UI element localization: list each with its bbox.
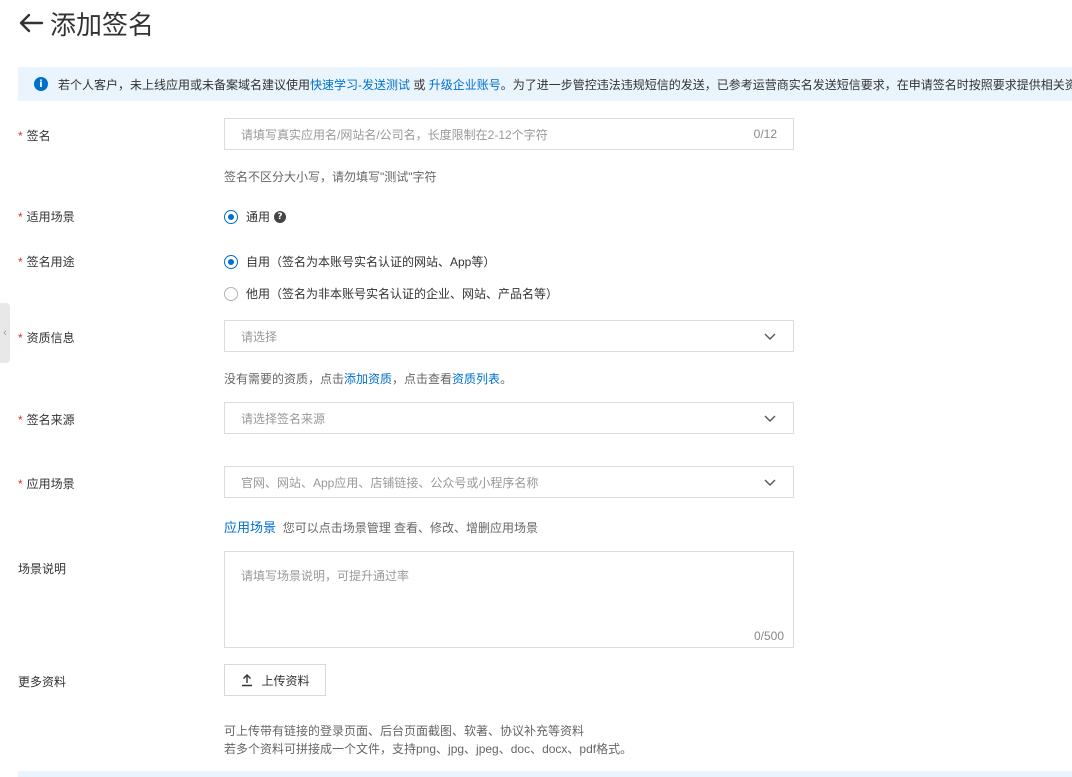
- chevron-down-icon: [764, 415, 776, 422]
- required-mark: *: [18, 129, 23, 143]
- scene-desc-label: 场景说明: [18, 562, 67, 576]
- page-header: 添加签名: [18, 6, 154, 40]
- chevron-down-icon: [764, 479, 776, 486]
- scenario-general-radio[interactable]: 通用 ?: [224, 208, 287, 225]
- source-label-text: 签名来源: [26, 413, 75, 427]
- qualification-hint-prefix: 没有需要的资质，点击: [224, 372, 345, 386]
- required-mark: *: [18, 210, 23, 224]
- signature-input[interactable]: 请填写真实应用名/网站名/公司名，长度限制在2-12个字符 0/12: [224, 118, 794, 150]
- scenario-label-text: 适用场景: [26, 210, 75, 224]
- notice-banner: i 若个人客户，未上线应用或未备案域名建议使用快速学习-发送测试 或 升级企业账…: [18, 67, 1072, 101]
- notice-text: 若个人客户，未上线应用或未备案域名建议使用快速学习-发送测试 或 升级企业账号。…: [58, 76, 1072, 93]
- app-scene-manage-link[interactable]: 应用场景: [224, 520, 276, 535]
- required-mark: *: [18, 413, 23, 427]
- source-label: * 签名来源: [18, 411, 75, 428]
- quick-learn-link[interactable]: 快速学习-发送测试: [310, 78, 410, 92]
- app-scene-placeholder: 官网、网站、App应用、店铺链接、公众号或小程序名称: [241, 475, 539, 490]
- app-scene-hint-text: 您可以点击场景管理 查看、修改、增删应用场景: [282, 521, 539, 535]
- scenario-label: * 适用场景: [18, 208, 75, 225]
- purpose-self-label: 自用（签名为本账号实名认证的网站、App等）: [246, 255, 496, 269]
- qualification-hint: 没有需要的资质，点击添加资质，点击查看资质列表。: [224, 370, 512, 387]
- purpose-self-radio[interactable]: 自用（签名为本账号实名认证的网站、App等）: [224, 253, 495, 270]
- upload-button[interactable]: 上传资料: [224, 664, 326, 696]
- notice-suffix: 。为了进一步管控违法违规短信的发送，已参考运营商实名发送短信要求，在申请签名时按…: [500, 77, 1072, 92]
- purpose-other-radio[interactable]: 他用（签名为非本账号实名认证的企业、网站、产品名等）: [224, 285, 558, 302]
- more-docs-label: 更多资料: [18, 675, 67, 689]
- upload-icon: [242, 674, 253, 687]
- page-title: 添加签名: [50, 9, 155, 40]
- qualification-label-text: 资质信息: [26, 331, 75, 345]
- purpose-label-text: 签名用途: [26, 255, 75, 269]
- app-scene-select[interactable]: 官网、网站、App应用、店铺链接、公众号或小程序名称: [224, 466, 794, 498]
- qualification-list-link[interactable]: 资质列表: [452, 372, 500, 386]
- radio-checked-icon[interactable]: [224, 209, 238, 224]
- upload-button-label: 上传资料: [261, 673, 310, 688]
- source-placeholder: 请选择签名来源: [241, 411, 326, 426]
- signature-counter: 0/12: [753, 127, 777, 141]
- more-docs-hint-1: 可上传带有链接的登录页面、后台页面截图、软著、协议补充等资料: [224, 724, 585, 738]
- help-icon[interactable]: ?: [274, 210, 287, 223]
- app-scene-hint: 应用场景 您可以点击场景管理 查看、修改、增删应用场景: [224, 517, 538, 536]
- notice-prefix: 若个人客户，未上线应用或未备案域名建议使用: [58, 77, 311, 92]
- scene-desc-textarea[interactable]: 请填写场景说明，可提升通过率 0/500: [224, 551, 794, 648]
- chevron-down-icon: [764, 333, 776, 340]
- upgrade-enterprise-link[interactable]: 升级企业账号: [429, 78, 501, 92]
- back-arrow-icon[interactable]: [18, 12, 44, 34]
- signature-label-text: 签名: [26, 129, 51, 143]
- qualification-hint-mid: ，点击查看: [392, 372, 453, 386]
- radio-unchecked-icon[interactable]: [224, 286, 238, 301]
- required-mark: *: [18, 255, 23, 269]
- scene-desc-counter: 0/500: [753, 629, 784, 643]
- radio-checked-icon[interactable]: [224, 254, 238, 269]
- required-mark: *: [18, 331, 23, 345]
- chevron-left-icon: ‹: [3, 327, 7, 339]
- signature-label: * 签名: [18, 127, 51, 144]
- qualification-placeholder: 请选择: [241, 329, 278, 344]
- app-scene-label: * 应用场景: [18, 475, 75, 492]
- qualification-label: * 资质信息: [18, 329, 75, 346]
- qualification-select[interactable]: 请选择: [224, 320, 794, 352]
- more-docs-hint-2: 若多个资料可拼接成一个文件，支持png、jpg、jpeg、doc、docx、pd…: [224, 742, 633, 756]
- notice-or: 或: [413, 77, 426, 92]
- signature-placeholder: 请填写真实应用名/网站名/公司名，长度限制在2-12个字符: [241, 127, 548, 142]
- qualification-hint-end: 。: [500, 372, 513, 386]
- info-icon: i: [34, 77, 48, 91]
- purpose-label: * 签名用途: [18, 253, 75, 270]
- scene-desc-placeholder: 请填写场景说明，可提升通过率: [241, 569, 410, 583]
- purpose-other-label: 他用（签名为非本账号实名认证的企业、网站、产品名等）: [246, 287, 559, 301]
- bottom-info-bar: [18, 771, 1072, 777]
- scenario-option-label: 通用: [246, 210, 271, 224]
- app-scene-label-text: 应用场景: [26, 477, 75, 491]
- side-collapse-tab[interactable]: ‹: [0, 303, 10, 363]
- source-select[interactable]: 请选择签名来源: [224, 402, 794, 434]
- signature-hint: 签名不区分大小写，请勿填写"测试"字符: [224, 170, 437, 184]
- required-mark: *: [18, 477, 23, 491]
- add-qualification-link[interactable]: 添加资质: [344, 372, 392, 386]
